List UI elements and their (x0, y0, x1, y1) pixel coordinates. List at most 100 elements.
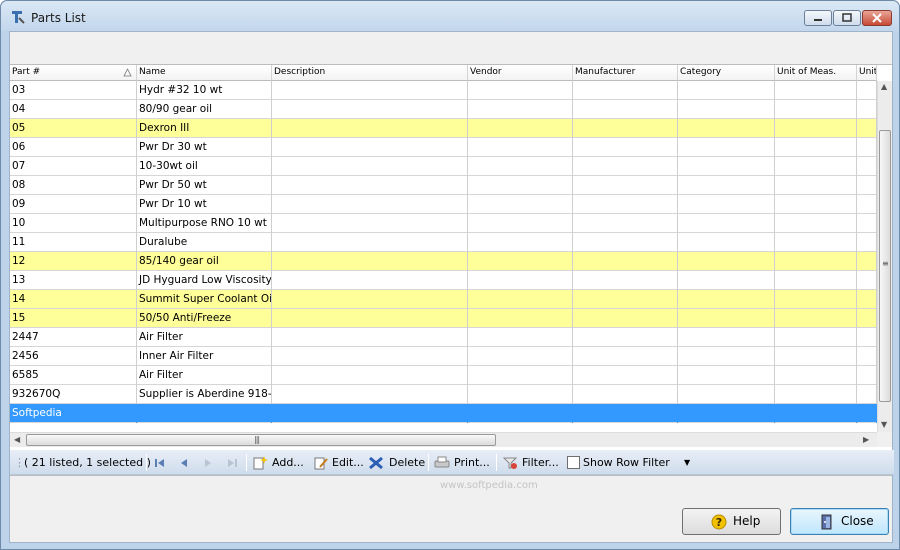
cell-empty[interactable] (775, 271, 857, 290)
cell-empty[interactable] (678, 290, 775, 309)
horizontal-scroll-thumb[interactable]: ||| (26, 434, 496, 446)
column-header-description[interactable]: Description (272, 65, 468, 81)
cell-empty[interactable] (272, 328, 468, 347)
show-row-filter-checkbox[interactable] (567, 456, 580, 469)
title-bar[interactable]: Parts List (1, 1, 899, 31)
cell-empty[interactable] (857, 119, 877, 138)
cell-empty[interactable] (468, 309, 573, 328)
table-row[interactable]: 2447 Air Filter (10, 328, 877, 347)
maximize-button[interactable] (833, 10, 861, 26)
cell-empty[interactable] (468, 271, 573, 290)
table-row[interactable]: 09 Pwr Dr 10 wt (10, 195, 877, 214)
cell-part-number[interactable]: 10 (10, 214, 137, 233)
cell-empty[interactable] (775, 138, 857, 157)
cell-empty[interactable] (678, 404, 775, 423)
scroll-down-arrow[interactable]: ▼ (881, 420, 887, 429)
cell-empty[interactable] (775, 328, 857, 347)
cell-empty[interactable] (857, 366, 877, 385)
cell-empty[interactable] (573, 404, 678, 423)
cell-empty[interactable] (775, 252, 857, 271)
scroll-right-arrow[interactable]: ▶ (863, 435, 869, 444)
cell-empty[interactable] (272, 214, 468, 233)
cell-part-number[interactable]: 2447 (10, 328, 137, 347)
cell-empty[interactable] (468, 404, 573, 423)
table-row[interactable]: 14 Summit Super Coolant Oil (10, 290, 877, 309)
cell-empty[interactable] (678, 366, 775, 385)
cell-part-number[interactable]: 15 (10, 309, 137, 328)
cell-empty[interactable] (272, 366, 468, 385)
cell-empty[interactable] (272, 81, 468, 100)
next-record-icon[interactable] (200, 456, 216, 470)
cell-empty[interactable] (678, 385, 775, 404)
cell-empty[interactable] (857, 271, 877, 290)
previous-record-icon[interactable] (176, 456, 192, 470)
cell-empty[interactable] (573, 347, 678, 366)
cell-empty[interactable] (857, 290, 877, 309)
close-button[interactable]: Close (790, 508, 889, 535)
cell-name[interactable]: Hydr #32 10 wt (137, 81, 272, 100)
cell-empty[interactable] (272, 138, 468, 157)
cell-empty[interactable] (775, 119, 857, 138)
table-row[interactable]: 15 50/50 Anti/Freeze (10, 309, 877, 328)
cell-empty[interactable] (272, 309, 468, 328)
cell-part-number[interactable]: 04 (10, 100, 137, 119)
cell-empty[interactable] (857, 328, 877, 347)
cell-name[interactable]: 80/90 gear oil (137, 100, 272, 119)
cell-part-number[interactable]: 06 (10, 138, 137, 157)
cell-empty[interactable] (573, 195, 678, 214)
cell-part-number[interactable]: 08 (10, 176, 137, 195)
cell-empty[interactable] (775, 81, 857, 100)
cell-empty[interactable] (573, 100, 678, 119)
cell-empty[interactable] (468, 233, 573, 252)
first-record-icon[interactable] (152, 456, 168, 470)
cell-name[interactable]: JD Hyguard Low Viscosity tı (137, 271, 272, 290)
cell-empty[interactable] (573, 138, 678, 157)
cell-empty[interactable] (678, 252, 775, 271)
table-row[interactable]: 2456 Inner Air Filter (10, 347, 877, 366)
cell-name[interactable]: Pwr Dr 30 wt (137, 138, 272, 157)
cell-empty[interactable] (272, 119, 468, 138)
table-row[interactable]: 05 Dexron III (10, 119, 877, 138)
cell-empty[interactable] (857, 214, 877, 233)
cell-empty[interactable] (272, 157, 468, 176)
table-row[interactable]: 07 10-30wt oil (10, 157, 877, 176)
cell-empty[interactable] (573, 119, 678, 138)
cell-empty[interactable] (857, 100, 877, 119)
column-header-unit-of-meas[interactable]: Unit of Meas. (775, 65, 857, 81)
cell-empty[interactable] (678, 309, 775, 328)
cell-empty[interactable] (857, 157, 877, 176)
cell-name[interactable]: Summit Super Coolant Oil (137, 290, 272, 309)
cell-name[interactable]: Multipurpose RNO 10 wt (137, 214, 272, 233)
cell-empty[interactable] (775, 214, 857, 233)
cell-empty[interactable] (468, 385, 573, 404)
scroll-up-arrow[interactable]: ▲ (881, 82, 887, 91)
cell-empty[interactable] (272, 385, 468, 404)
cell-empty[interactable] (468, 100, 573, 119)
show-row-filter-label[interactable]: Show Row Filter (583, 454, 670, 472)
cell-empty[interactable] (468, 347, 573, 366)
cell-empty[interactable] (775, 366, 857, 385)
cell-empty[interactable] (272, 271, 468, 290)
cell-empty[interactable] (272, 404, 468, 423)
cell-name[interactable]: 50/50 Anti/Freeze (137, 309, 272, 328)
table-row[interactable]: 13 JD Hyguard Low Viscosity tı (10, 271, 877, 290)
cell-empty[interactable] (573, 385, 678, 404)
cell-empty[interactable] (857, 176, 877, 195)
cell-name[interactable]: Duralube (137, 233, 272, 252)
cell-name[interactable]: Pwr Dr 10 wt (137, 195, 272, 214)
cell-empty[interactable] (468, 214, 573, 233)
cell-empty[interactable] (775, 100, 857, 119)
cell-empty[interactable] (468, 252, 573, 271)
table-row[interactable]: Softpedia (10, 404, 877, 423)
cell-part-number[interactable]: 12 (10, 252, 137, 271)
cell-empty[interactable] (775, 195, 857, 214)
cell-empty[interactable] (775, 176, 857, 195)
cell-part-number[interactable]: 932670Q (10, 385, 137, 404)
cell-empty[interactable] (678, 214, 775, 233)
cell-empty[interactable] (468, 157, 573, 176)
cell-part-number[interactable]: 2456 (10, 347, 137, 366)
help-button[interactable]: ? Help (682, 508, 781, 535)
cell-empty[interactable] (573, 328, 678, 347)
column-header-manufacturer[interactable]: Manufacturer (573, 65, 678, 81)
cell-empty[interactable] (857, 347, 877, 366)
